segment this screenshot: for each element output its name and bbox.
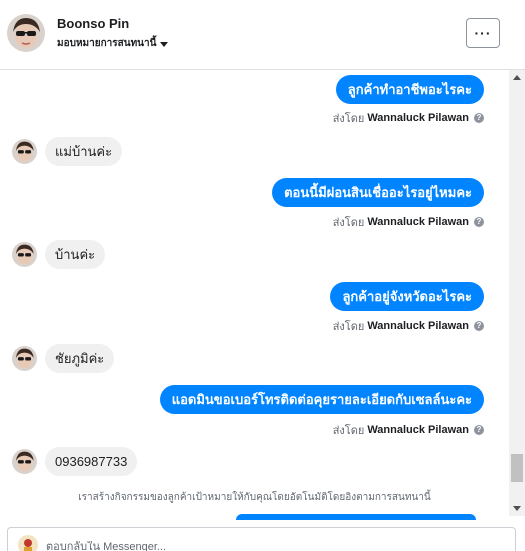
info-icon[interactable]: ? <box>474 425 484 435</box>
sent-by-prefix: ส่งโดย <box>332 321 365 333</box>
sent-by-prefix: ส่งโดย <box>332 113 365 125</box>
incoming-message-row: ชัยภูมิค่ะ <box>12 344 115 373</box>
contact-avatar[interactable] <box>7 14 45 52</box>
system-notice: เราสร้างกิจกรรมของลูกค้าเป้าหมายให้กับคุ… <box>78 492 431 503</box>
more-options-button[interactable]: ··· <box>466 18 500 48</box>
sent-by-label: ส่งโดย Wannaluck Pilawan ? <box>333 317 484 335</box>
sent-by-label: ส่งโดย Wannaluck Pilawan ? <box>333 421 484 439</box>
incoming-message-row: บ้านค่ะ <box>12 240 106 269</box>
incoming-message: แม่บ้านค่ะ <box>45 137 123 166</box>
incoming-message-row: แม่บ้านค่ะ <box>12 137 123 166</box>
incoming-message: 0936987733 <box>45 447 138 476</box>
contact-avatar-small <box>12 449 37 474</box>
incoming-message: ชัยภูมิค่ะ <box>45 344 115 373</box>
incoming-message: บ้านค่ะ <box>45 240 106 269</box>
sent-by-agent: Wannaluck Pilawan <box>367 320 469 332</box>
contact-name[interactable]: Boonso Pin <box>57 16 129 31</box>
outgoing-message: ตอนนี้มีผ่อนสินเชื่ออะไรอยู่ไหมคะ <box>272 178 484 207</box>
sent-by-label: ส่งโดย Wannaluck Pilawan ? <box>333 213 484 231</box>
contact-avatar-small <box>12 139 37 164</box>
contact-avatar-small <box>12 242 37 267</box>
outgoing-message: ลูกค้าทำอาชีพอะไรคะ <box>335 75 484 104</box>
reply-input[interactable] <box>46 541 446 551</box>
contact-avatar-small <box>12 346 37 371</box>
sent-by-agent: Wannaluck Pilawan <box>367 216 469 228</box>
scroll-down-icon[interactable] <box>513 506 521 511</box>
sent-by-label: ส่งโดย Wannaluck Pilawan ? <box>333 109 484 127</box>
caret-down-icon <box>160 41 169 47</box>
assign-conversation-label: มอบหมายการสนทนานี้ <box>57 38 157 49</box>
sent-by-prefix: ส่งโดย <box>332 425 365 437</box>
conversation-header: Boonso Pin มอบหมายการสนทนานี้ ··· <box>0 0 525 70</box>
assign-conversation-dropdown[interactable]: มอบหมายการสนทนานี้ <box>57 36 169 51</box>
incoming-message-row: 0936987733 <box>12 447 138 476</box>
reply-composer[interactable] <box>7 527 516 551</box>
outgoing-message: ลูกค้าอยู่จังหวัดอะไรคะ <box>330 282 484 311</box>
info-icon[interactable]: ? <box>474 217 484 227</box>
info-icon[interactable]: ? <box>474 113 484 123</box>
info-icon[interactable]: ? <box>474 321 484 331</box>
page-avatar <box>18 535 38 551</box>
scrollbar-thumb[interactable] <box>511 454 523 482</box>
message-thread[interactable]: ลูกค้าทำอาชีพอะไรคะ ส่งโดย Wannaluck Pil… <box>0 70 509 516</box>
sent-by-agent: Wannaluck Pilawan <box>367 424 469 436</box>
sent-by-agent: Wannaluck Pilawan <box>367 112 469 124</box>
outgoing-message-partial <box>236 514 476 520</box>
outgoing-message: แอดมินขอเบอร์โทรติดต่อคุยรายละเอียดกับเซ… <box>159 385 484 414</box>
sent-by-prefix: ส่งโดย <box>332 217 365 229</box>
scroll-up-icon[interactable] <box>513 75 521 80</box>
thread-scrollbar[interactable] <box>509 70 525 516</box>
